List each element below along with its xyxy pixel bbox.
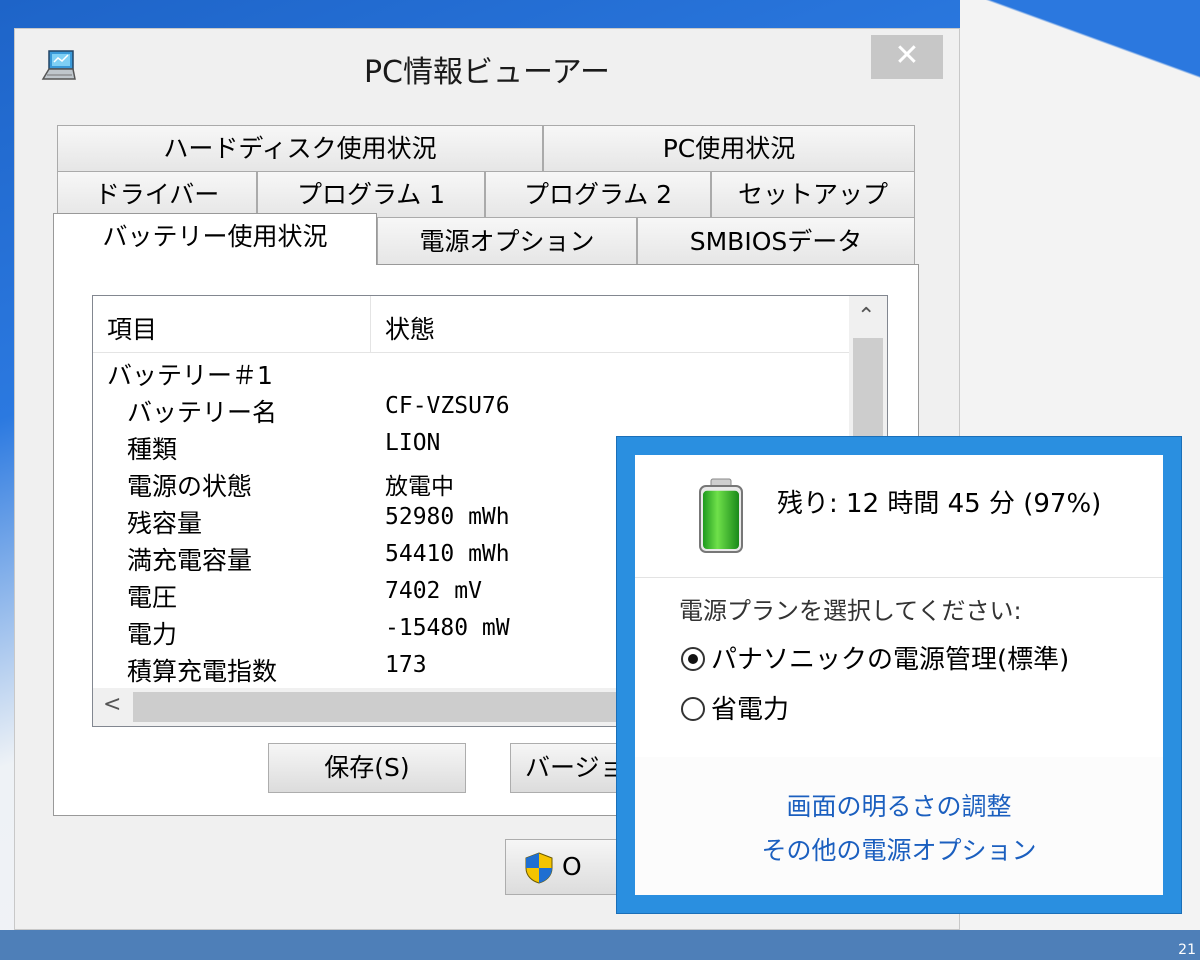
list-item-name: 電力 <box>127 620 178 649</box>
battery-icon <box>699 478 743 553</box>
list-item-name: 満充電容量 <box>127 546 253 575</box>
ok-button-label: O <box>562 852 582 881</box>
uac-shield-icon <box>525 852 553 884</box>
list-item-value: 173 <box>385 652 427 678</box>
tab-programs-1[interactable]: プログラム 1 <box>257 171 485 217</box>
list-item-name: 種類 <box>127 435 178 464</box>
list-item-name: バッテリー＃1 <box>107 361 273 390</box>
power-plan-label: 省電力 <box>711 695 790 725</box>
column-header-status[interactable]: 状態 <box>385 310 435 346</box>
list-item-name: 電圧 <box>127 583 178 612</box>
battery-flyout: 残り: 12 時間 45 分 (97%) 電源プランを選択してください: パナソ… <box>616 436 1182 914</box>
taskbar-clock[interactable]: 21 <box>1178 942 1196 958</box>
list-item-value: CF-VZSU76 <box>385 393 510 419</box>
battery-level-fill <box>703 490 739 549</box>
save-button[interactable]: 保存(S) <box>268 743 466 793</box>
tab-drivers[interactable]: ドライバー <box>57 171 257 217</box>
flyout-divider <box>635 577 1163 578</box>
radio-unselected[interactable] <box>681 697 705 721</box>
list-item-value: 52980 mWh <box>385 504 510 530</box>
more-power-options-link[interactable]: その他の電源オプション <box>635 831 1163 867</box>
list-item-value: 放電中 <box>385 474 454 500</box>
tab-power-options[interactable]: 電源オプション <box>377 217 637 264</box>
list-item-value: LION <box>385 430 441 456</box>
battery-flyout-content: 残り: 12 時間 45 分 (97%) 電源プランを選択してください: パナソ… <box>635 455 1163 895</box>
list-item-name: 電源の状態 <box>127 472 253 501</box>
column-header-item[interactable]: 項目 <box>107 310 157 346</box>
list-item-name: 残容量 <box>127 509 203 538</box>
power-plan-option-power-saver[interactable]: 省電力 <box>681 689 789 726</box>
tab-hard-disk-usage[interactable]: ハードディスク使用状況 <box>57 125 543 171</box>
tab-setup[interactable]: セットアップ <box>711 171 915 217</box>
flyout-links-section: 画面の明るさの調整 その他の電源オプション <box>635 757 1163 895</box>
list-item[interactable]: バッテリー名 CF-VZSU76 <box>93 393 849 429</box>
horizontal-scroll-thumb[interactable] <box>133 692 633 722</box>
list-item-value: -15480 mW <box>385 615 510 641</box>
list-item-value: 7402 mV <box>385 578 482 604</box>
battery-status-section: 残り: 12 時間 45 分 (97%) <box>635 455 1163 577</box>
tab-pc-usage[interactable]: PC使用状況 <box>543 125 915 171</box>
chevron-up-icon[interactable]: ⌃ <box>857 304 875 329</box>
column-separator[interactable] <box>370 296 371 352</box>
power-plan-prompt: 電源プランを選択してください: <box>679 597 1022 625</box>
power-plan-label: パナソニックの電源管理(標準) <box>711 645 1070 675</box>
list-header: 項目 状態 <box>93 296 849 353</box>
chevron-left-icon[interactable]: < <box>103 692 121 717</box>
list-item-value: 54410 mWh <box>385 541 510 567</box>
close-button[interactable]: ✕ <box>871 35 943 79</box>
close-icon: ✕ <box>894 38 920 73</box>
radio-selected[interactable] <box>681 647 705 671</box>
window-title: PC情報ビューアー <box>363 55 611 90</box>
title-bar[interactable]: PC情報ビューアー ✕ <box>15 29 959 109</box>
tab-programs-2[interactable]: プログラム 2 <box>485 171 711 217</box>
tab-battery-usage[interactable]: バッテリー使用状況 <box>53 213 377 265</box>
adjust-brightness-link[interactable]: 画面の明るさの調整 <box>635 787 1163 823</box>
tab-smbios-data[interactable]: SMBIOSデータ <box>637 217 915 264</box>
list-item-name: バッテリー名 <box>127 398 278 427</box>
taskbar <box>0 930 1200 960</box>
list-item-name: 積算充電指数 <box>127 657 278 686</box>
list-item[interactable]: バッテリー＃1 <box>93 356 849 392</box>
desktop-accent <box>960 0 1200 130</box>
power-plan-option-panasonic[interactable]: パナソニックの電源管理(標準) <box>681 639 1069 676</box>
battery-remaining-text: 残り: 12 時間 45 分 (97%) <box>777 489 1102 519</box>
